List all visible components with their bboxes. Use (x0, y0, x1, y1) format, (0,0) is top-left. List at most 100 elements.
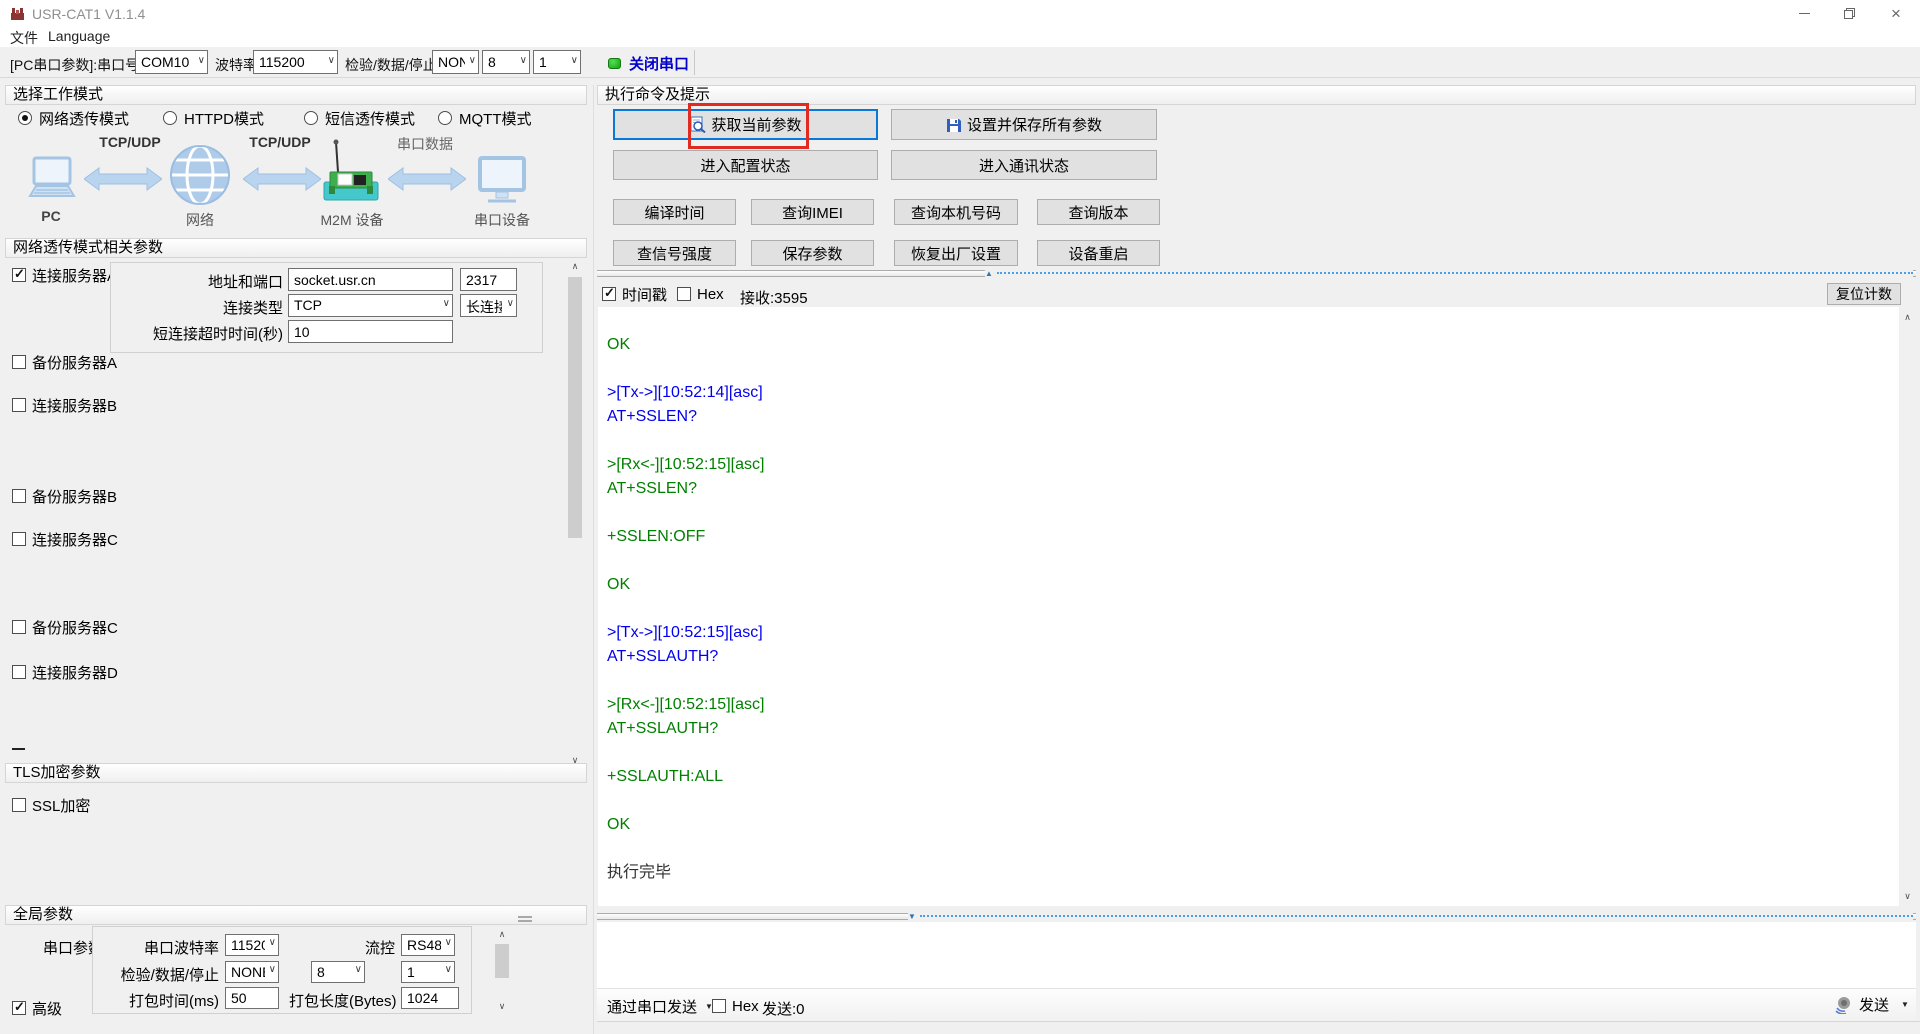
serial-toolbar: [PC串口参数]:串口号 COM10 ∨ 波特率 115200 ∨ 检验/数据/… (0, 47, 1920, 78)
log-line: AT+SSLEN? (607, 408, 697, 425)
reset-counter-button[interactable]: 复位计数 (1827, 283, 1901, 305)
conn-type-select[interactable]: TCP ∨ (288, 294, 453, 317)
splitter-grip-icon[interactable] (518, 916, 532, 922)
save-params-button[interactable]: 保存参数 (751, 240, 874, 266)
checkbox-backup-server-c[interactable]: 备份服务器C (12, 618, 118, 637)
checkbox-label: 时间戳 (622, 286, 668, 304)
scrollbar-thumb[interactable] (568, 277, 582, 538)
g-databits-select[interactable]: 8 ∨ (311, 961, 365, 983)
scrollbar-up-icon[interactable]: ∧ (1899, 309, 1916, 325)
checkbox-label: 连接服务器C (32, 531, 118, 549)
send-input[interactable] (597, 922, 1916, 988)
log-scrollbar[interactable]: ∧ ∨ (1899, 307, 1916, 906)
enter-config-button[interactable]: 进入配置状态 (613, 150, 878, 180)
parity-select[interactable]: NONI ∨ (432, 50, 479, 74)
factory-reset-button[interactable]: 恢复出厂设置 (894, 240, 1018, 266)
checkbox-backup-server-b[interactable]: 备份服务器B (12, 487, 117, 506)
g-parity-select[interactable]: NONE ∨ (225, 961, 279, 983)
enter-comm-button[interactable]: 进入通讯状态 (891, 150, 1157, 180)
radio-sms-mode[interactable]: 短信透传模式 (304, 109, 415, 128)
send-via-serial-dropdown[interactable]: 通过串口发送 ▼ (607, 996, 713, 1017)
compile-time-button[interactable]: 编译时间 (613, 199, 736, 225)
stopbits-value: 1 (539, 54, 547, 70)
send-icon (1835, 996, 1850, 1014)
log-line: >[Tx->][10:52:14][asc] (607, 384, 763, 401)
scrollbar-thumb[interactable] (495, 944, 509, 978)
net-params-scrollbar[interactable]: ∧ ∨ (566, 258, 584, 768)
menu-language[interactable]: Language (48, 28, 110, 44)
checkbox-recv-hex[interactable]: Hex (677, 285, 724, 303)
send-bar: 通过串口发送 ▼ Hex 发送:0 发送 ▼ (597, 988, 1916, 1021)
flow-select[interactable]: RS485 ∨ (401, 934, 455, 956)
log-line: +SSLAUTH:ALL (607, 768, 724, 785)
link-label: TCP/UDP (249, 134, 311, 150)
stopbits-select[interactable]: 1 ∨ (533, 50, 581, 74)
set-save-all-button[interactable]: 设置并保存所有参数 (891, 109, 1157, 140)
close-icon: × (1891, 3, 1901, 23)
scrollbar-down-icon[interactable]: ∨ (1899, 888, 1916, 904)
checkbox-backup-server-a[interactable]: 备份服务器A (12, 353, 117, 372)
log-line: OK (607, 336, 631, 353)
device-restart-button[interactable]: 设备重启 (1037, 240, 1160, 266)
server-a-port-input[interactable] (460, 268, 517, 291)
g-stopbits-select[interactable]: 1 ∨ (401, 961, 455, 983)
minimize-button[interactable] (1782, 0, 1827, 27)
checkbox-icon (12, 266, 26, 282)
chevron-down-icon: ∨ (268, 937, 276, 948)
databits-select[interactable]: 8 ∨ (482, 50, 530, 74)
toolbar-separator (694, 50, 695, 75)
g-baud-label: 串口波特率 (143, 940, 219, 957)
checkbox-send-hex[interactable]: Hex (712, 997, 759, 1015)
pack-time-input[interactable] (225, 987, 279, 1009)
checkbox-advanced[interactable]: 高级 (12, 999, 62, 1018)
close-port-button[interactable]: 关闭串口 (608, 53, 689, 74)
com-port-select[interactable]: COM10 ∨ (135, 50, 208, 74)
baud-value: 115200 (259, 54, 305, 70)
scrollbar-down-icon[interactable]: ∨ (493, 998, 511, 1014)
global-params-header: 全局参数 (5, 905, 587, 925)
chevron-down-icon: ∨ (197, 55, 205, 66)
g-baud-select[interactable]: 115200 ∨ (225, 934, 279, 956)
radio-httpd-mode[interactable]: HTTPD模式 (163, 109, 264, 128)
query-version-button[interactable]: 查询版本 (1037, 199, 1160, 225)
checkbox-timestamp[interactable]: 时间戳 (602, 285, 668, 304)
query-imei-button[interactable]: 查询IMEI (751, 199, 874, 225)
conn-type-label: 连接类型 (222, 300, 283, 317)
conn-mode-select[interactable]: 长连接 ∨ (460, 294, 517, 317)
sent-count: 发送:0 (762, 1001, 805, 1018)
pack-len-input[interactable] (401, 987, 459, 1009)
baud-select[interactable]: 115200 ∨ (253, 50, 338, 74)
log-output[interactable]: OK >[Tx->][10:52:14][asc] AT+SSLEN? >[Rx<… (598, 307, 1899, 906)
g-databits-value: 8 (317, 964, 325, 980)
checkbox-connect-server-b[interactable]: 连接服务器B (12, 396, 117, 415)
scrollbar-up-icon[interactable]: ∧ (566, 258, 584, 274)
server-a-address-input[interactable] (288, 268, 453, 291)
checkbox-ssl[interactable]: SSL加密 (12, 796, 90, 815)
scrollbar-up-icon[interactable]: ∧ (493, 926, 511, 942)
send-button[interactable]: 发送 ▼ (1833, 994, 1909, 1015)
menu-file[interactable]: 文件 (10, 28, 38, 48)
splitter-handle-2[interactable]: ▼ (908, 911, 1913, 921)
chevron-down-icon: ∨ (506, 298, 514, 309)
query-number-button[interactable]: 查询本机号码 (894, 199, 1018, 225)
close-port-label: 关闭串口 (629, 56, 690, 73)
pc-icon (28, 156, 76, 197)
query-signal-button[interactable]: 查信号强度 (613, 240, 736, 266)
chevron-down-icon: ∨ (468, 55, 476, 66)
titlebar: USR-CAT1 V1.1.4 × (0, 0, 1920, 27)
m2m-device-icon (323, 139, 379, 201)
close-button[interactable]: × (1872, 0, 1920, 27)
global-params-scrollbar[interactable]: ∧ ∨ (493, 926, 511, 1014)
radio-mqtt-mode[interactable]: MQTT模式 (438, 109, 532, 128)
splitter-handle[interactable]: ▲ (985, 268, 1913, 278)
restore-button[interactable] (1827, 0, 1872, 27)
checkbox-connect-server-a[interactable]: 连接服务器A (12, 266, 117, 285)
timeout-input[interactable] (288, 320, 453, 343)
checkbox-connect-server-c[interactable]: 连接服务器C (12, 530, 118, 549)
checkbox-connect-server-d[interactable]: 连接服务器D (12, 663, 118, 682)
radio-net-transparent-mode[interactable]: 网络透传模式 (18, 109, 129, 128)
